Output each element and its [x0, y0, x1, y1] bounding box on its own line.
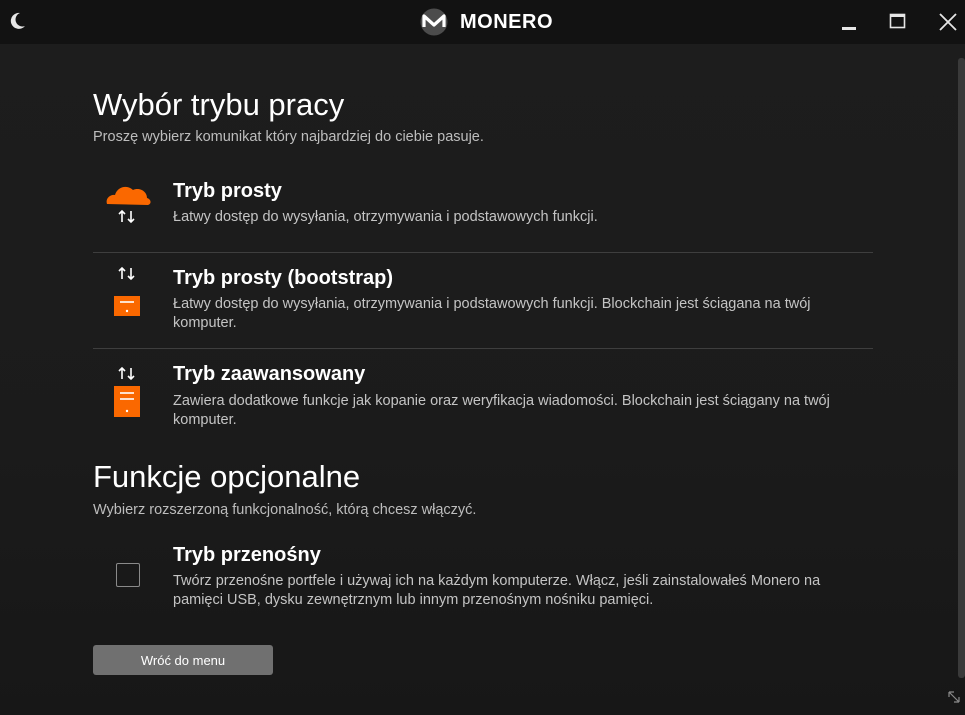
divider: [93, 348, 873, 349]
option-title: Tryb zaawansowany: [173, 363, 366, 385]
option-title: Tryb prosty: [173, 180, 282, 202]
option-description: Zawiera dodatkowe funkcje jak kopanie or…: [173, 393, 830, 428]
server-small-icon: [114, 266, 140, 316]
app-brand: MONERO: [420, 7, 553, 37]
option-description: Łatwy dostęp do wysyłania, otrzymywania …: [173, 209, 598, 225]
title-bar: MONERO: [0, 0, 965, 44]
option-title: Tryb przenośny: [173, 544, 321, 566]
app-name: MONERO: [460, 10, 553, 33]
divider: [93, 252, 873, 253]
option-description: Łatwy dostęp do wysyłania, otrzymywania …: [173, 296, 811, 331]
scrollbar[interactable]: [958, 58, 965, 678]
option-title: Tryb prosty (bootstrap): [173, 267, 394, 289]
option-simple-mode[interactable]: Tryb prosty Łatwy dostęp do wysyłania, o…: [93, 178, 873, 252]
server-large-icon: [114, 366, 140, 417]
mode-subtitle: Proszę wybierz komunikat który najbardzi…: [93, 129, 484, 145]
maximize-icon[interactable]: [886, 10, 910, 34]
close-icon[interactable]: [936, 10, 960, 34]
optional-subtitle: Wybierz rozszerzoną funkcjonalność, któr…: [93, 502, 477, 518]
option-description: Twórz przenośne portfele i używaj ich na…: [173, 573, 821, 608]
option-advanced-mode[interactable]: Tryb zaawansowany Zawiera dodatkowe funk…: [93, 362, 873, 442]
minimize-icon[interactable]: [838, 10, 862, 34]
cloud-icon: [106, 186, 151, 224]
mode-heading: Wybór trybu pracy: [93, 87, 345, 122]
optional-heading: Funkcje opcjonalne: [93, 459, 361, 494]
moon-icon[interactable]: [10, 12, 26, 30]
resize-handle-icon[interactable]: [947, 690, 961, 704]
back-to-menu-button[interactable]: Wróć do menu: [93, 645, 273, 675]
option-bootstrap-mode[interactable]: Tryb prosty (bootstrap) Łatwy dostęp do …: [93, 265, 873, 348]
option-portable-mode[interactable]: Tryb przenośny Twórz przenośne portfele …: [93, 542, 873, 614]
portable-mode-checkbox[interactable]: [116, 563, 140, 587]
monero-logo-icon: [420, 8, 448, 36]
